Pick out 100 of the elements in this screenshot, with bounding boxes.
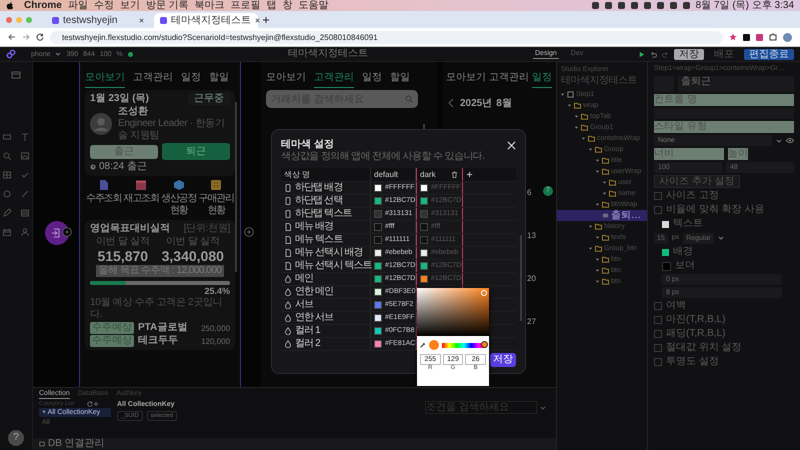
app-tab[interactable]: 일정 xyxy=(181,72,201,88)
browser-tab[interactable]: 테마색지정테스트 xyxy=(154,13,258,28)
toolbar-button[interactable]: 저장 xyxy=(674,48,704,60)
shortcut-label[interactable]: 구매관리현황 xyxy=(198,193,235,217)
caret-icon[interactable] xyxy=(588,224,593,229)
color-swatch[interactable] xyxy=(420,262,428,270)
panel-icon[interactable] xyxy=(11,70,21,80)
scrollbar[interactable] xyxy=(520,235,522,321)
app-tab[interactable]: 고객관리 xyxy=(314,72,354,88)
caret-icon[interactable] xyxy=(588,246,593,251)
clock[interactable]: 8월 7일 (목) 오후 3:34 xyxy=(696,0,794,11)
hue-slider[interactable] xyxy=(442,342,486,348)
caret-icon[interactable] xyxy=(595,279,600,284)
menu-item[interactable]: 파일 xyxy=(68,0,88,11)
calendar-day[interactable]: 13 xyxy=(527,231,536,240)
play-icon[interactable] xyxy=(638,50,645,58)
caret-icon[interactable] xyxy=(595,268,600,273)
checkbox[interactable] xyxy=(654,330,662,338)
color-swatch[interactable] xyxy=(420,249,428,257)
caret-icon[interactable] xyxy=(581,136,586,141)
save-button[interactable]: 저장 xyxy=(490,353,516,367)
db-connection-link[interactable]: DB 연결관리 xyxy=(48,438,105,450)
caret-icon[interactable] xyxy=(595,202,600,207)
chevron-down-icon[interactable] xyxy=(540,406,546,410)
month-select[interactable]: 8월 xyxy=(496,96,512,110)
menu-item[interactable]: 수정 xyxy=(94,0,114,11)
caret-icon[interactable] xyxy=(560,92,565,97)
hue-handle[interactable] xyxy=(480,340,488,348)
color-swatch[interactable] xyxy=(662,262,671,270)
app-menu[interactable]: Chrome xyxy=(24,0,62,11)
reload-icon[interactable] xyxy=(36,33,44,41)
color-swatch[interactable] xyxy=(374,262,382,270)
caret-icon[interactable] xyxy=(588,147,593,152)
menu-item[interactable]: 방문 기록 xyxy=(146,0,189,11)
previous-icon[interactable] xyxy=(446,98,456,108)
color-swatch[interactable] xyxy=(374,236,382,244)
color-swatch[interactable] xyxy=(420,275,428,283)
link-logo-icon[interactable] xyxy=(6,49,16,59)
calendar-day[interactable]: 27 xyxy=(527,317,536,326)
color-swatch[interactable] xyxy=(374,210,382,218)
add-node-icon[interactable] xyxy=(244,227,254,237)
chevron-down-icon[interactable] xyxy=(776,138,782,142)
picker-handle[interactable] xyxy=(481,290,487,296)
app-tab[interactable]: 모아보기 xyxy=(266,72,306,88)
app-tab[interactable]: 할일 xyxy=(209,72,229,88)
saturation-area[interactable] xyxy=(417,288,489,336)
shortcut-label[interactable]: 재고조회 xyxy=(124,193,159,205)
add-node-icon[interactable] xyxy=(62,227,72,237)
forward-icon[interactable] xyxy=(22,33,30,41)
star-icon[interactable] xyxy=(729,33,737,41)
checkbox[interactable] xyxy=(654,192,662,200)
profile-avatar[interactable] xyxy=(783,32,792,42)
document-icon[interactable] xyxy=(98,179,110,191)
text-value-field[interactable]: 출퇴근 xyxy=(678,76,794,92)
attendance-button[interactable]: 퇴근 xyxy=(162,143,230,160)
check-icon[interactable] xyxy=(20,170,30,180)
grid-icon[interactable] xyxy=(210,179,222,191)
color-swatch[interactable] xyxy=(420,236,428,244)
caret-icon[interactable] xyxy=(574,125,579,130)
undo-icon[interactable] xyxy=(650,50,657,58)
caret-icon[interactable] xyxy=(595,257,600,262)
color-swatch[interactable] xyxy=(374,184,382,192)
shortcut-label[interactable]: 수주조회 xyxy=(86,193,122,205)
caret-icon[interactable] xyxy=(595,158,600,163)
column-header[interactable]: dark xyxy=(416,168,463,181)
cube-icon[interactable] xyxy=(172,179,185,191)
help-button[interactable]: ? xyxy=(8,430,24,446)
add-column-icon[interactable] xyxy=(466,171,473,178)
caret-icon[interactable] xyxy=(595,235,600,240)
chevron-down-icon[interactable] xyxy=(55,52,62,56)
checkbox[interactable] xyxy=(654,344,662,352)
menu-item[interactable]: 프로필 xyxy=(230,0,261,11)
app-tab[interactable]: 모아보기 xyxy=(85,72,125,88)
caret-icon[interactable] xyxy=(574,114,579,119)
color-swatch[interactable] xyxy=(662,220,669,228)
app-tab[interactable]: 고객관리 xyxy=(489,72,529,88)
checkbox[interactable] xyxy=(654,302,662,310)
chevron-down-icon[interactable] xyxy=(718,236,724,240)
close-window-icon[interactable] xyxy=(6,16,12,22)
eye-icon[interactable] xyxy=(786,137,794,144)
refresh-icon[interactable] xyxy=(87,401,93,407)
close-tab-icon[interactable] xyxy=(255,18,260,23)
box-icon[interactable] xyxy=(135,179,148,191)
add-icon[interactable] xyxy=(93,401,99,407)
checkbox[interactable] xyxy=(654,358,662,366)
color-swatch[interactable] xyxy=(374,249,382,257)
column-header[interactable]: 색상 명 xyxy=(281,168,371,181)
close-tab-icon[interactable] xyxy=(139,18,144,23)
toolbar-button[interactable]: 편집종료 xyxy=(744,48,794,60)
color-swatch[interactable] xyxy=(420,223,428,231)
checkbox[interactable] xyxy=(654,206,662,214)
calendar-day[interactable]: 20 xyxy=(527,274,536,283)
menu-item[interactable]: 도움말 xyxy=(298,0,329,11)
caret-icon[interactable] xyxy=(595,169,600,174)
color-swatch[interactable] xyxy=(374,327,382,335)
app-tab[interactable]: 고객관리 xyxy=(133,72,173,88)
eyedropper-icon[interactable] xyxy=(420,342,426,348)
new-tab-icon[interactable] xyxy=(262,16,270,24)
color-swatch[interactable] xyxy=(374,340,382,348)
tree-item[interactable]: 출퇴… xyxy=(557,210,647,221)
